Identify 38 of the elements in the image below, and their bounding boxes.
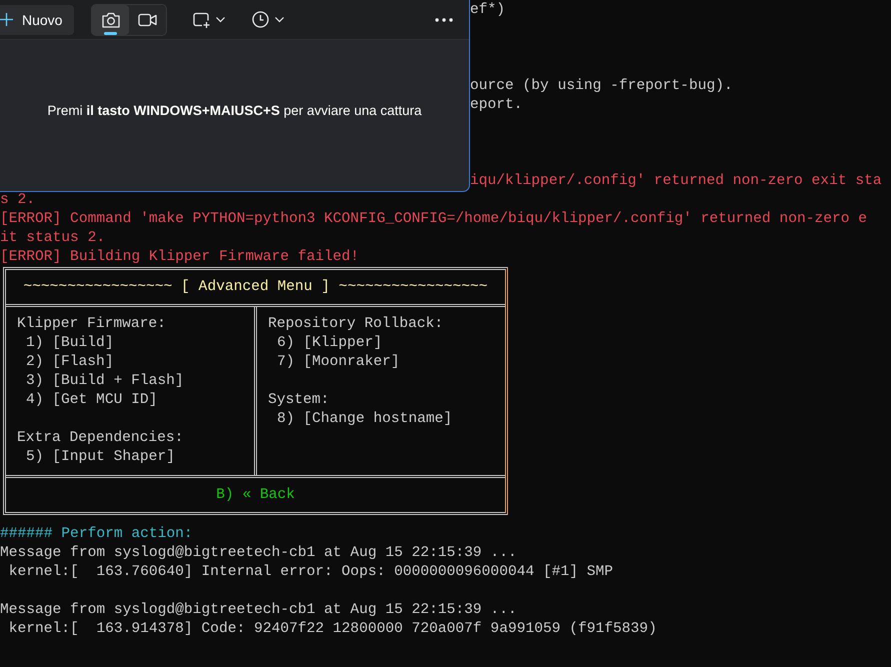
- plus-icon: [0, 13, 13, 26]
- menu-option[interactable]: 3) [Build + Flash]: [17, 372, 184, 391]
- error-line: [ERROR] Command 'make PYTHON=python3 KCONFIG_CONFIG=/home/biqu/klipper/.config' returned non-zero e: [0, 210, 868, 229]
- error-line: [ERROR] Building Klipper Firmware failed!: [0, 248, 360, 267]
- terminal-line: kernel:[ 163.914378] Code: 92407f22 12800000 720a007f 9a991059 (f91f5839): [8, 620, 657, 639]
- capture-hint: Premi il tasto WINDOWS+MAIUSC+S per avviare una cattura: [47, 103, 422, 118]
- section-heading: Extra Dependencies:: [17, 429, 184, 448]
- clock-icon: [252, 11, 270, 28]
- menu-option[interactable]: 5) [Input Shaper]: [17, 448, 175, 467]
- terminal-line: Message from syslogd@bigtreetech-cb1 at Aug 15 22:15:39 ...: [0, 544, 517, 563]
- rectangle-snip-icon: [193, 12, 210, 28]
- section-heading: Repository Rollback:: [268, 315, 444, 334]
- caret-icon: [275, 16, 284, 22]
- menu-option[interactable]: 2) [Flash]: [17, 353, 114, 372]
- menu-option[interactable]: 6) [Klipper]: [268, 334, 382, 353]
- video-camera-icon: [138, 12, 158, 26]
- back-option[interactable]: B) « Back: [216, 486, 295, 504]
- error-line: iqu/klipper/.config' returned non-zero exit sta: [470, 172, 882, 191]
- section-heading: Klipper Firmware:: [17, 315, 166, 334]
- terminal-line: kernel:[ 163.760640] Internal error: Oops: 0000000096000044 [#1] SMP: [8, 563, 614, 582]
- menu-option[interactable]: 8) [Change hostname]: [268, 410, 452, 429]
- menu-title: ~~~~~~~~~~~~~~~~~ [ Advanced Menu ] ~~~~~~~~~~~~~~~~~: [23, 278, 488, 296]
- section-heading: System:: [268, 391, 330, 410]
- prompt-line: ###### Perform action:: [0, 525, 193, 544]
- menu-option[interactable]: 7) [Moonraker]: [268, 353, 400, 372]
- terminal-line: ource (by using -freport-bug).: [470, 77, 733, 96]
- photo-mode-button[interactable]: [92, 4, 130, 34]
- menu-option[interactable]: 4) [Get MCU ID]: [17, 391, 158, 410]
- error-line: it status 2.: [0, 229, 106, 248]
- more-icon: [435, 18, 453, 22]
- new-button[interactable]: Nuovo: [0, 4, 74, 34]
- terminal-line: ef*): [470, 1, 506, 20]
- terminal-line: Message from syslogd@bigtreetech-cb1 at Aug 15 22:15:39 ...: [0, 601, 517, 620]
- error-line: s 2.: [0, 191, 36, 210]
- camera-icon: [102, 12, 120, 28]
- caret-icon: [216, 16, 226, 22]
- menu-option[interactable]: 1) [Build]: [17, 334, 114, 353]
- terminal-line: eport.: [470, 96, 523, 115]
